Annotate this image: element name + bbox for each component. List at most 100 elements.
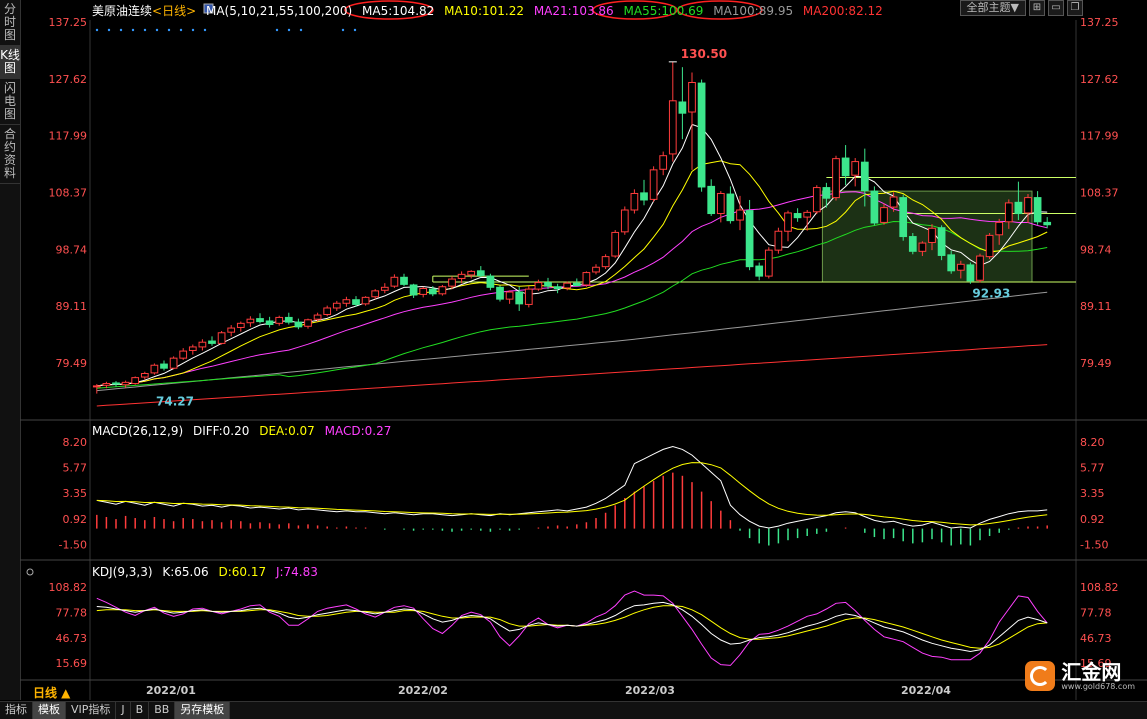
candle-body: [419, 288, 428, 295]
candle-body: [515, 291, 524, 305]
tab-indicators[interactable]: 指标: [0, 702, 33, 719]
event-dot: [119, 28, 123, 32]
date-label: 2022/03: [625, 684, 675, 697]
macd-tick-label: -1.50: [1080, 538, 1108, 551]
candle-body: [668, 100, 677, 155]
date-axis: 2022/01 2022/02 2022/03 2022/04: [0, 682, 1147, 700]
candle-body: [227, 327, 236, 333]
ma10-value: MA10:101.22: [444, 4, 524, 18]
theme-dropdown[interactable]: 全部主题▼: [959, 0, 1026, 16]
candle-body: [620, 209, 629, 233]
candle-body: [688, 82, 696, 113]
kdj-j: J:74.83: [275, 565, 318, 579]
chart-toolbar: 全部主题▼ ⊞ ▭ ❐: [959, 0, 1083, 16]
minimize-icon[interactable]: ▭: [1048, 0, 1064, 16]
candle-body: [198, 341, 207, 348]
candle-body: [284, 316, 293, 323]
ma200-value: MA200:82.12: [802, 4, 883, 18]
macd-title: MACD(26,12,9): [92, 424, 184, 438]
candle-body: [956, 263, 965, 271]
candle-body: [476, 270, 485, 277]
tab-vip-indicators[interactable]: VIP指标: [66, 702, 117, 719]
high-annotation: 130.50: [681, 47, 727, 61]
price-tick-label: 98.74: [56, 243, 88, 256]
consolidation-box: [821, 190, 1033, 283]
logo-icon: [1025, 661, 1056, 691]
event-dot: [203, 28, 207, 32]
kdj-tick-label: 46.73: [1080, 632, 1112, 645]
symbol-name: 美原油连续: [92, 4, 153, 18]
kdj-tick-label: 108.82: [1080, 581, 1119, 594]
macd-dea: DEA:0.07: [259, 424, 315, 438]
logo: 汇金网 www.gold678.com: [1025, 661, 1135, 691]
period-selector[interactable]: 日线 ▲: [33, 684, 70, 701]
candle-body: [1014, 201, 1023, 215]
candle-body: [774, 230, 783, 251]
logo-name: 汇金网: [1061, 660, 1122, 684]
candle-body: [601, 256, 610, 268]
candle-body: [649, 169, 658, 200]
price-tick-label: 79.49: [56, 357, 88, 370]
candle-body: [947, 254, 956, 272]
candle-body: [524, 288, 533, 305]
candle-body: [323, 307, 332, 315]
add-icon[interactable]: ⊞: [1029, 0, 1045, 16]
candle-body: [611, 231, 620, 257]
kdj-tick-label: 46.73: [56, 632, 88, 645]
price-tick-label: 98.74: [1080, 243, 1112, 256]
candle-body: [985, 234, 994, 258]
price-tick-label: 89.11: [56, 300, 88, 313]
candle-body: [371, 290, 380, 298]
candle-body: [92, 385, 101, 388]
event-dot: [191, 28, 195, 32]
restore-icon[interactable]: ❐: [1067, 0, 1083, 16]
candle-body: [572, 282, 581, 287]
candle-body: [889, 196, 898, 208]
macd-tick-label: 0.92: [1080, 513, 1105, 526]
tab-bb[interactable]: BB: [149, 702, 176, 719]
candle-body: [275, 316, 284, 324]
candle-body: [131, 377, 140, 385]
event-dot: [167, 28, 171, 32]
candle-body: [534, 282, 543, 290]
candle-body: [870, 190, 879, 224]
candle-body: [160, 363, 168, 369]
kdj-d-line: [96, 605, 1048, 649]
candle-body: [784, 212, 792, 232]
price-tick-label: 127.62: [49, 73, 88, 86]
macd-tick-label: 8.20: [63, 436, 88, 449]
candle-body: [918, 242, 927, 252]
candle-body: [822, 187, 831, 199]
candle-body: [582, 272, 591, 286]
kdj-d: D:60.17: [218, 565, 267, 579]
candle-body: [150, 364, 159, 374]
event-dot: [107, 28, 111, 32]
ma21-value: MA21:103.86: [533, 4, 614, 18]
tab-template[interactable]: 模板: [33, 702, 66, 719]
candle-body: [928, 227, 936, 243]
candle-body: [1024, 197, 1032, 214]
candle-body: [140, 373, 149, 378]
candle-body: [736, 209, 744, 221]
candle-body: [726, 193, 735, 222]
event-dot: [287, 28, 291, 32]
kdj-title: KDJ(9,3,3): [92, 565, 153, 579]
main-indicator-bar: 美原油连续<日线> MA(5,10,21,55,100,200) MA5:104…: [92, 2, 889, 18]
candle-body: [217, 332, 226, 344]
candle-body: [908, 236, 917, 252]
macd-tick-label: -1.50: [59, 538, 87, 551]
tab-b[interactable]: B: [131, 702, 150, 719]
tab-j[interactable]: J: [116, 702, 131, 719]
date-label: 2022/04: [901, 684, 951, 697]
candle-body: [995, 221, 1004, 236]
tab-save-template[interactable]: 另存模板: [175, 702, 231, 719]
event-dot: [131, 28, 135, 32]
macd-tick-label: 5.77: [63, 462, 88, 475]
ma-params: MA(5,10,21,55,100,200): [205, 4, 353, 18]
candle-body: [764, 249, 773, 277]
kline-chart[interactable]: 137.25 137.25 127.62 127.62 117.99 117.99 108.…: [0, 0, 1147, 700]
candle-body: [851, 161, 860, 176]
candle-body: [246, 318, 255, 324]
candle-body: [112, 382, 120, 385]
candle-body: [937, 227, 946, 256]
